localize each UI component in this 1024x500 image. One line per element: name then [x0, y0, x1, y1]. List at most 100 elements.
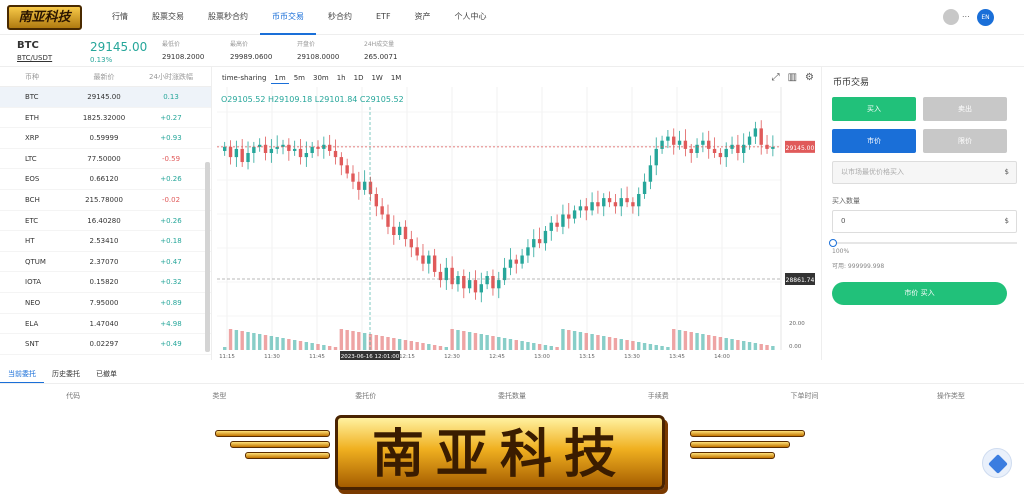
support-float-button[interactable]	[982, 448, 1012, 478]
nav-profile[interactable]: 个人中心	[443, 0, 499, 35]
tab-history-orders[interactable]: 历史委托	[44, 366, 88, 383]
volume-bar	[718, 337, 723, 350]
candle-body	[712, 148, 717, 153]
fullscreen-icon[interactable]: ⤢	[772, 72, 780, 83]
amount-input[interactable]: 0 $	[832, 210, 1017, 233]
market-row[interactable]: BCH 215.78000 -0.02	[0, 190, 211, 211]
interval-1h[interactable]: 1h	[334, 73, 349, 84]
volume-bar	[578, 332, 583, 350]
kline-chart[interactable]: 29145.00 28861.74 2023-06-16 12:01:00 11:15…	[213, 67, 820, 360]
tab-open-orders[interactable]: 当前委托	[0, 366, 44, 383]
volume-bar	[374, 335, 379, 350]
volume-bar	[514, 340, 518, 350]
x-tick-label: 12:45	[489, 354, 505, 360]
candle-body	[223, 146, 227, 151]
buy-tab-button[interactable]: 买入	[832, 97, 916, 121]
nav-stock-contract[interactable]: 股票秒合约	[196, 0, 260, 35]
price-input[interactable]: 以市场最优价格买入 $	[832, 161, 1017, 184]
settings-icon[interactable]: ⚙	[805, 72, 814, 83]
volume-bar	[584, 333, 588, 350]
price-change: 0.13%	[90, 56, 113, 64]
interval-1w[interactable]: 1W	[368, 73, 385, 84]
interval-30m[interactable]: 30m	[310, 73, 332, 84]
interval-5m[interactable]: 5m	[291, 73, 308, 84]
candle-body	[584, 206, 588, 211]
order-tabs: 当前委托 历史委托 已撤单	[0, 366, 1024, 384]
volume-bar	[683, 331, 688, 350]
market-row[interactable]: NEO 7.95000 +0.89	[0, 293, 211, 314]
nav-stock-trade[interactable]: 股票交易	[140, 0, 196, 35]
candle-body	[537, 239, 542, 244]
limit-order-button[interactable]: 限价	[923, 129, 1007, 153]
volume-bar	[287, 339, 291, 350]
volume-bar	[497, 337, 501, 350]
tab-cancelled-orders[interactable]: 已撤单	[88, 366, 125, 383]
nav-market[interactable]: 行情	[100, 0, 140, 35]
volume-tick-label: 0.00	[789, 344, 802, 350]
volume-bar	[555, 347, 559, 350]
amount-slider[interactable]	[829, 239, 1017, 247]
market-row[interactable]: HT 2.53410 +0.18	[0, 231, 211, 252]
last-price-label: 29145.00	[786, 145, 815, 152]
indicator-icon[interactable]: ▥	[788, 72, 797, 83]
chart-canvas[interactable]: 29145.00 28861.74 2023-06-16 12:01:00 11:15…	[213, 67, 820, 360]
header-coin: 币种	[25, 73, 39, 81]
volume-bar	[590, 334, 594, 350]
interval-time-sharing[interactable]: time-sharing	[219, 73, 269, 84]
interval-1d[interactable]: 1D	[351, 73, 367, 84]
candle-body	[578, 206, 583, 211]
market-row[interactable]: QTUM 2.37070 +0.47	[0, 252, 211, 273]
candle-body	[660, 140, 664, 149]
interval-1m[interactable]: 1m	[271, 73, 289, 84]
slider-knob[interactable]	[829, 239, 837, 247]
col-type: 类型	[212, 392, 227, 400]
coin-price: 0.15820	[89, 278, 119, 287]
x-tick-label: 12:15	[399, 354, 415, 360]
candle-body	[590, 202, 594, 211]
nav-spot-trade[interactable]: 币币交易	[260, 0, 316, 35]
market-row[interactable]: XRP 0.59999 +0.93	[0, 128, 211, 149]
pair-link[interactable]: BTC/USDT	[17, 54, 52, 62]
market-scrollbar[interactable]	[205, 162, 210, 352]
nav-assets[interactable]: 资产	[403, 0, 443, 35]
x-tick-label: 13:45	[669, 354, 685, 360]
avatar[interactable]	[943, 9, 959, 25]
market-order-button[interactable]: 市价	[832, 129, 916, 153]
candle-body	[508, 259, 513, 268]
market-row[interactable]: ELA 1.47040 +4.98	[0, 314, 211, 335]
coin-name: QTUM	[25, 257, 46, 266]
brand-logo[interactable]: 南亚科技	[7, 5, 82, 30]
stat-low: 最低价 29108.2000	[162, 39, 204, 61]
submit-buy-button[interactable]: 市价 买入	[832, 282, 1007, 305]
volume-bar	[677, 330, 682, 350]
crosshair-price-label: 28861.74	[786, 277, 815, 284]
language-button[interactable]: EN	[977, 9, 994, 26]
market-row[interactable]: LTC 77.50000 -0.59	[0, 149, 211, 170]
candle-body	[339, 157, 344, 166]
volume-bar	[631, 341, 635, 350]
coin-name: HT	[25, 237, 35, 246]
candle-body	[689, 148, 693, 153]
stat-volume: 24H成交量 265.0071	[364, 39, 397, 61]
volume-bar	[345, 330, 349, 350]
candle-body	[403, 226, 408, 240]
volume-bar	[561, 329, 565, 350]
nav-second-contract[interactable]: 秒合约	[316, 0, 364, 35]
market-row[interactable]: IOTA 0.15820 +0.32	[0, 272, 211, 293]
market-row[interactable]: ETH 1825.32000 +0.27	[0, 108, 211, 129]
candle-body	[310, 146, 314, 153]
market-row[interactable]: SNT 0.02297 +0.49	[0, 334, 211, 355]
unit-label: $	[1004, 217, 1009, 225]
nav-etf[interactable]: ETF	[364, 0, 403, 35]
market-row[interactable]: BTC 29145.00 0.13	[0, 87, 211, 108]
more-menu[interactable]: ...	[962, 10, 970, 19]
candle-body	[648, 165, 653, 182]
sell-tab-button[interactable]: 卖出	[923, 97, 1007, 121]
coin-name: BCH	[25, 195, 40, 204]
market-row[interactable]: EOS 0.66120 +0.26	[0, 169, 211, 190]
volume-bar	[730, 339, 734, 350]
volume-bar	[619, 339, 623, 350]
candle-body	[351, 173, 355, 182]
interval-1m[interactable]: 1M	[388, 73, 405, 84]
market-row[interactable]: ETC 16.40280 +0.26	[0, 211, 211, 232]
